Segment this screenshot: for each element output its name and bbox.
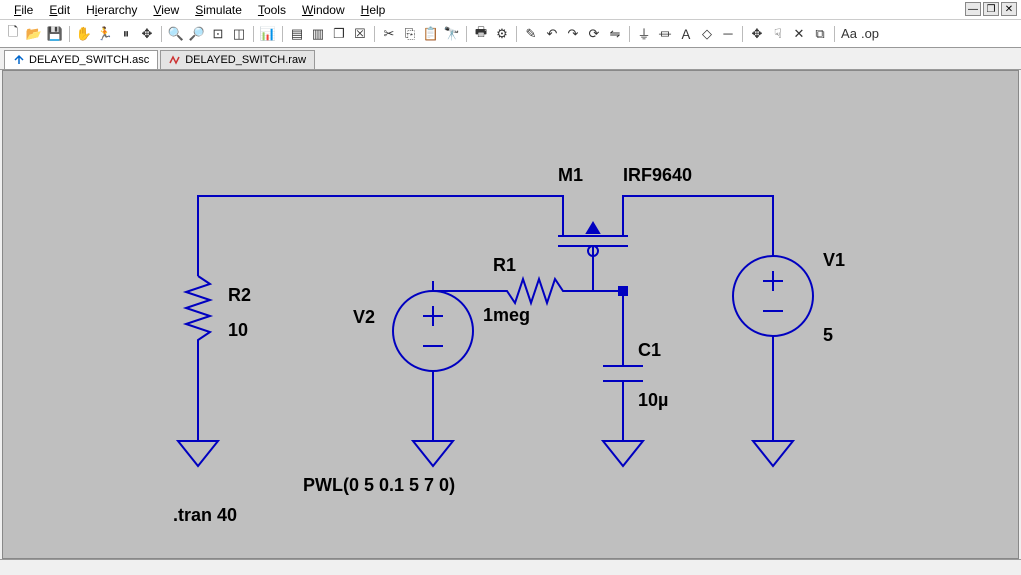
menu-bar: FFileile Edit Hierarchy View Simulate To… [0,0,1021,20]
toolbar-delete-icon[interactable]: ✕ [790,25,808,43]
capacitor-c1[interactable] [603,366,643,381]
toolbar-pencil-icon[interactable]: ✎ [522,25,540,43]
toolbar-cut-icon[interactable]: ✂ [380,25,398,43]
toolbar-stop-icon[interactable]: ⏸ [117,25,135,43]
ground-v2[interactable] [413,441,453,466]
toolbar-zoom-out-icon[interactable]: 🔎 [188,25,206,43]
voltage-source-v1[interactable] [733,256,813,336]
toolbar-zoom-in-icon[interactable]: 🔍 [167,25,185,43]
schematic-svg: M1 IRF9640 R2 10 R1 1meg V2 PWL(0 5 0.1 … [3,71,1021,571]
label-c1-name[interactable]: C1 [638,340,661,360]
menu-file[interactable]: FFileile [6,1,41,19]
toolbar-undo-icon[interactable]: ↶ [543,25,561,43]
menu-tools[interactable]: Tools [250,1,294,19]
label-r2-name[interactable]: R2 [228,285,251,305]
toolbar-paste-icon[interactable]: 📋 [422,25,440,43]
label-m1-name[interactable]: M1 [558,165,583,185]
toolbar-move-icon[interactable]: ✥ [748,25,766,43]
tab-waveform[interactable]: DELAYED_SWITCH.raw [160,50,315,69]
menu-view[interactable]: View [145,1,187,19]
toolbar-run-icon[interactable]: 🏃 [96,25,114,43]
toolbar-setup-icon[interactable]: ⚙ [493,25,511,43]
label-r2-value[interactable]: 10 [228,320,248,340]
ground-c1[interactable] [603,441,643,466]
toolbar-open-icon[interactable]: 📂 [25,25,43,43]
toolbar-tile-h-icon[interactable]: ▤ [288,25,306,43]
toolbar-place-gnd-icon[interactable]: ⏛ [656,25,674,43]
toolbar-rotate-icon[interactable]: ⟳ [585,25,603,43]
voltage-source-v2[interactable] [393,291,473,371]
toolbar-place-comp-icon[interactable]: ◇ [698,25,716,43]
resistor-r1[interactable] [453,279,623,303]
toolbar-zoom-box-icon[interactable]: ◫ [230,25,248,43]
label-r1-value[interactable]: 1meg [483,305,530,325]
toolbar-mirror-icon[interactable]: ⇋ [606,25,624,43]
toolbar-hand-icon[interactable]: ✋ [75,25,93,43]
label-v1-name[interactable]: V1 [823,250,845,270]
toolbar-dup-icon[interactable]: ⧉ [811,25,829,43]
tab-label: DELAYED_SWITCH.asc [29,54,149,66]
toolbar-zoom-fit-icon[interactable]: ⊡ [209,25,227,43]
toolbar-print-icon[interactable]: 🖶 [472,25,490,43]
restore-button[interactable]: ❐ [983,2,999,16]
menu-simulate[interactable]: Simulate [187,1,250,19]
ground-r2[interactable] [178,441,218,466]
toolbar-close-win-icon[interactable]: ☒ [351,25,369,43]
tab-schematic[interactable]: DELAYED_SWITCH.asc [4,50,158,69]
wire-source-v1[interactable] [623,196,773,256]
toolbar-drag-icon[interactable]: ☟ [769,25,787,43]
toolbar: 🗋📂💾✋🏃⏸✥🔍🔎⊡◫📊▤▥❐☒✂⎘📋🔭🖶⚙✎↶↷⟳⇋⏚⏛Ａ◇─✥☟✕⧉Aa.o… [0,20,1021,48]
label-m1-model[interactable]: IRF9640 [623,165,692,185]
toolbar-copy-icon[interactable]: ⎘ [401,25,419,43]
toolbar-tile-v-icon[interactable]: ▥ [309,25,327,43]
toolbar-new-icon[interactable]: 🗋 [4,25,22,43]
directive-tran[interactable]: .tran 40 [173,505,237,525]
menu-hierarchy[interactable]: Hierarchy [78,1,145,19]
label-v2-name[interactable]: V2 [353,307,375,327]
label-v1-value[interactable]: 5 [823,325,833,345]
resistor-r2[interactable] [186,276,210,401]
label-c1-value[interactable]: 10µ [638,390,668,410]
toolbar-pan-icon[interactable]: ✥ [138,25,156,43]
toolbar-cascade-icon[interactable]: ❐ [330,25,348,43]
window-controls: — ❐ ✕ [965,2,1017,16]
toolbar-text-icon[interactable]: Aa [840,25,858,43]
label-r1-name[interactable]: R1 [493,255,516,275]
ground-v1[interactable] [753,441,793,466]
schematic-icon [13,54,25,66]
menu-window[interactable]: Window [294,1,353,19]
wire-r1-v2[interactable] [433,281,453,291]
schematic-canvas[interactable]: M1 IRF9640 R2 10 R1 1meg V2 PWL(0 5 0.1 … [2,70,1019,559]
toolbar-redo-icon[interactable]: ↷ [564,25,582,43]
document-tabs: DELAYED_SWITCH.asc DELAYED_SWITCH.raw [0,48,1021,70]
toolbar-save-icon[interactable]: 💾 [46,25,64,43]
tab-label: DELAYED_SWITCH.raw [185,54,306,66]
toolbar-place-net-icon[interactable]: ⏚ [635,25,653,43]
minimize-button[interactable]: — [965,2,981,16]
waveform-icon [169,54,181,66]
toolbar-autoscale-icon[interactable]: 📊 [259,25,277,43]
mosfet-m1[interactable] [558,206,628,291]
toolbar-find-icon[interactable]: 🔭 [443,25,461,43]
toolbar-place-label-icon[interactable]: Ａ [677,25,695,43]
menu-help[interactable]: Help [353,1,394,19]
label-v2-value[interactable]: PWL(0 5 0.1 5 7 0) [303,475,455,495]
toolbar-place-wire-icon[interactable]: ─ [719,25,737,43]
close-button[interactable]: ✕ [1001,2,1017,16]
menu-edit[interactable]: Edit [41,1,78,19]
toolbar-spice-icon[interactable]: .op [861,25,879,43]
